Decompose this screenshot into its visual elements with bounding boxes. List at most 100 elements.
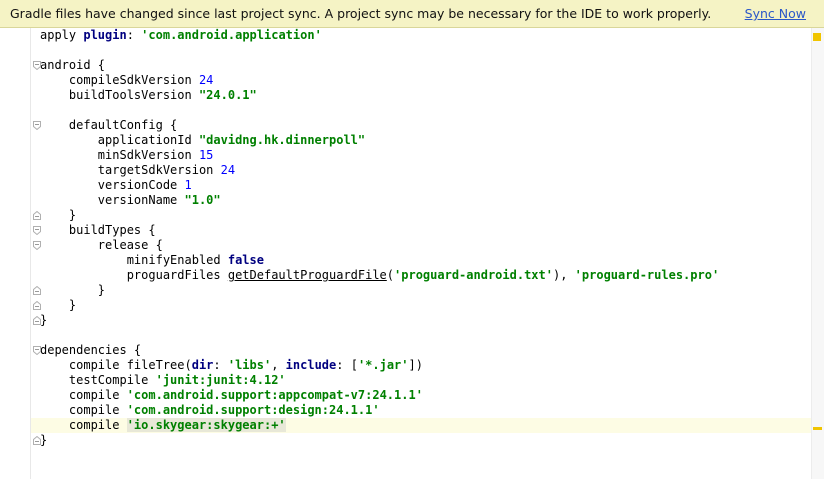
code-token: compileSdkVersion xyxy=(40,73,199,87)
code-line-text: minifyEnabled false xyxy=(40,253,264,268)
code-editor[interactable]: apply plugin: 'com.android.application' a… xyxy=(31,28,811,479)
code-line-text: dependencies { xyxy=(40,343,141,358)
code-token: apply xyxy=(40,28,84,42)
code-token: } xyxy=(40,298,77,312)
code-token: getDefaultProguardFile xyxy=(227,268,387,282)
editor-scrollbar[interactable] xyxy=(811,28,824,479)
code-line[interactable]: } xyxy=(31,298,811,313)
code-line-text: applicationId "davidng.hk.dinnerpoll" xyxy=(40,133,365,148)
code-line-text: } xyxy=(40,283,105,298)
code-token: 'proguard-android.txt' xyxy=(394,268,553,282)
code-line[interactable] xyxy=(31,43,811,58)
code-token: dependencies { xyxy=(40,343,142,357)
code-line[interactable]: versionCode 1 xyxy=(31,178,811,193)
code-line-text: buildTypes { xyxy=(40,223,156,238)
code-line[interactable]: compile fileTree(dir: 'libs', include: [… xyxy=(31,358,811,373)
code-line-text: targetSdkVersion 24 xyxy=(40,163,235,178)
code-line[interactable]: buildToolsVersion "24.0.1" xyxy=(31,88,811,103)
fold-open-icon[interactable] xyxy=(33,61,41,70)
code-token: "davidng.hk.dinnerpoll" xyxy=(198,133,366,147)
code-line[interactable]: testCompile 'junit:junit:4.12' xyxy=(31,373,811,388)
sync-now-link[interactable]: Sync Now xyxy=(745,6,806,21)
code-token: } xyxy=(40,283,106,297)
code-line-text: compile 'com.android.support:appcompat-v… xyxy=(40,388,423,403)
code-line[interactable]: compileSdkVersion 24 xyxy=(31,73,811,88)
code-line[interactable]: minSdkVersion 15 xyxy=(31,148,811,163)
code-line[interactable] xyxy=(31,328,811,343)
code-line[interactable]: compile 'com.android.support:design:24.1… xyxy=(31,403,811,418)
code-line[interactable]: android { xyxy=(31,58,811,73)
code-token: 'proguard-rules.pro' xyxy=(574,268,720,282)
code-token: 'com.android.support:design:24.1.1' xyxy=(126,403,380,417)
code-line[interactable]: versionName "1.0" xyxy=(31,193,811,208)
code-token: 'io.skygear:skygear:+' xyxy=(126,418,286,432)
code-line[interactable]: dependencies { xyxy=(31,343,811,358)
fold-close-icon[interactable] xyxy=(33,436,41,445)
code-token: minifyEnabled xyxy=(40,253,228,267)
code-token: 24 xyxy=(220,163,236,177)
code-token: '*.jar' xyxy=(357,358,409,372)
code-token: } xyxy=(40,313,48,327)
code-line-text: compileSdkVersion 24 xyxy=(40,73,214,88)
code-token: ), xyxy=(552,268,575,282)
warning-status-icon[interactable] xyxy=(813,33,821,41)
code-token: buildToolsVersion xyxy=(40,88,199,102)
code-token: "1.0" xyxy=(184,193,221,207)
code-line[interactable]: proguardFiles getDefaultProguardFile('pr… xyxy=(31,268,811,283)
code-token: proguardFiles xyxy=(40,268,228,282)
editor-gutter[interactable] xyxy=(0,28,30,479)
code-line-text: proguardFiles getDefaultProguardFile('pr… xyxy=(40,268,719,283)
code-line[interactable]: compile 'io.skygear:skygear:+' xyxy=(31,418,811,433)
fold-open-icon[interactable] xyxy=(33,121,41,130)
code-line[interactable]: buildTypes { xyxy=(31,223,811,238)
code-line[interactable]: defaultConfig { xyxy=(31,118,811,133)
fold-open-icon[interactable] xyxy=(33,241,41,250)
code-token: minSdkVersion xyxy=(40,148,199,162)
code-token: testCompile xyxy=(40,373,156,387)
code-line-text: } xyxy=(40,298,76,313)
code-line[interactable]: compile 'com.android.support:appcompat-v… xyxy=(31,388,811,403)
code-line-text: compile 'io.skygear:skygear:+' xyxy=(40,418,286,433)
code-line[interactable]: } xyxy=(31,208,811,223)
code-token: 15 xyxy=(198,148,214,162)
code-token: versionName xyxy=(40,193,185,207)
fold-close-icon[interactable] xyxy=(33,301,41,310)
code-token: compile xyxy=(40,403,127,417)
code-line[interactable]: applicationId "davidng.hk.dinnerpoll" xyxy=(31,133,811,148)
code-token: : xyxy=(126,28,142,42)
fold-open-icon[interactable] xyxy=(33,346,41,355)
code-line-text: versionName "1.0" xyxy=(40,193,221,208)
code-line-text: } xyxy=(40,313,47,328)
fold-open-icon[interactable] xyxy=(33,226,41,235)
code-line-text: minSdkVersion 15 xyxy=(40,148,214,163)
code-line-text: android { xyxy=(40,58,105,73)
code-line[interactable]: } xyxy=(31,313,811,328)
warning-line-marker[interactable] xyxy=(813,427,822,430)
code-token: ( xyxy=(386,268,395,282)
code-token: android { xyxy=(40,58,106,72)
code-token: targetSdkVersion xyxy=(40,163,221,177)
code-line[interactable]: targetSdkVersion 24 xyxy=(31,163,811,178)
code-token: false xyxy=(227,253,264,267)
code-token: compile xyxy=(40,388,127,402)
code-token: plugin xyxy=(83,28,127,42)
sync-notification-bar: Gradle files have changed since last pro… xyxy=(0,0,824,28)
code-line[interactable]: apply plugin: 'com.android.application' xyxy=(31,28,811,43)
code-line[interactable]: minifyEnabled false xyxy=(31,253,811,268)
code-line-text: release { xyxy=(40,238,163,253)
code-line-text: } xyxy=(40,208,76,223)
code-token: : [ xyxy=(336,358,358,372)
fold-close-icon[interactable] xyxy=(33,211,41,220)
code-token: } xyxy=(40,208,77,222)
code-line[interactable]: } xyxy=(31,433,811,448)
fold-close-icon[interactable] xyxy=(33,316,41,325)
code-line[interactable]: } xyxy=(31,283,811,298)
fold-close-icon[interactable] xyxy=(33,286,41,295)
code-line[interactable] xyxy=(31,103,811,118)
code-token: applicationId xyxy=(40,133,199,147)
code-line-text: compile fileTree(dir: 'libs', include: [… xyxy=(40,358,423,373)
code-line[interactable]: release { xyxy=(31,238,811,253)
code-token: 'junit:junit:4.12' xyxy=(155,373,286,387)
code-line-text: apply plugin: 'com.android.application' xyxy=(40,28,322,43)
code-token: 'com.android.support:appcompat-v7:24.1.1… xyxy=(126,388,423,402)
